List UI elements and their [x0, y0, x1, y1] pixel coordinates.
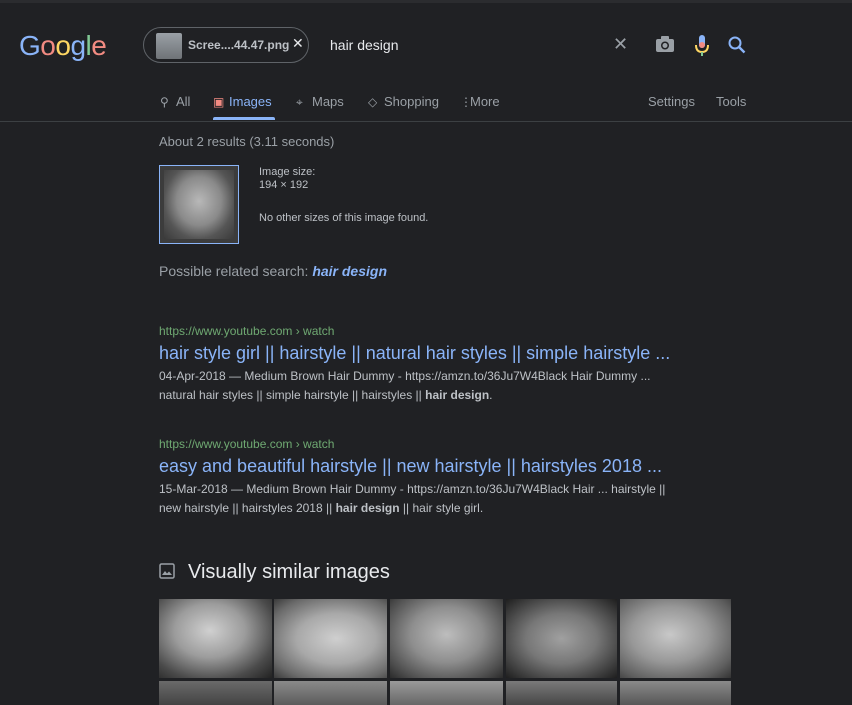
- search-icon: ⚲: [160, 95, 169, 109]
- tab-label: Shopping: [384, 94, 439, 109]
- more-vert-icon: ⋮: [460, 95, 472, 109]
- camera-icon[interactable]: [655, 35, 675, 53]
- similar-image[interactable]: [506, 681, 617, 705]
- snippet-highlight: hair design: [425, 388, 490, 402]
- query-image-picture: [164, 170, 234, 239]
- search-result: https://www.youtube.com › watch hair sty…: [159, 324, 719, 405]
- similar-image[interactable]: [159, 681, 272, 705]
- image-icon: [159, 563, 175, 579]
- tab-shopping[interactable]: ◇ Shopping: [368, 94, 439, 109]
- related-search-prefix: Possible related search:: [159, 263, 313, 279]
- logo-letter: G: [19, 30, 41, 61]
- microphone-icon[interactable]: [695, 35, 709, 57]
- search-input[interactable]: hair design: [330, 37, 399, 53]
- snippet-text: new hairstyle || hairstyles 2018 ||: [159, 501, 336, 515]
- visually-similar-heading: Visually similar images: [188, 561, 390, 583]
- logo-letter: o: [40, 30, 56, 61]
- tab-label: More: [470, 94, 500, 109]
- similar-image[interactable]: [620, 681, 731, 705]
- related-search-link[interactable]: hair design: [312, 263, 387, 279]
- query-image-thumbnail: [156, 33, 182, 59]
- similar-image[interactable]: [274, 681, 387, 705]
- map-pin-icon: ⌖: [296, 95, 303, 109]
- image-query-chip[interactable]: Scree....44.47.png ✕: [143, 27, 309, 63]
- tab-label: Maps: [312, 94, 344, 109]
- chip-filename: Scree....44.47.png: [188, 38, 290, 52]
- remove-image-icon[interactable]: ✕: [292, 35, 304, 52]
- tools-link[interactable]: Tools: [716, 94, 746, 109]
- snippet-line: natural hair styles || simple hairstyle …: [159, 386, 719, 405]
- snippet-line: 04-Apr-2018 — Medium Brown Hair Dummy - …: [159, 369, 651, 383]
- no-other-sizes-text: No other sizes of this image found.: [259, 212, 429, 224]
- logo-letter: g: [70, 30, 86, 61]
- snippet-line: new hairstyle || hairstyles 2018 || hair…: [159, 499, 719, 518]
- snippet-text: || hair style girl.: [399, 501, 484, 515]
- tag-icon: ◇: [368, 95, 378, 109]
- google-logo[interactable]: Google: [19, 30, 107, 62]
- result-stats: About 2 results (3.11 seconds): [159, 134, 335, 149]
- window-top-edge: [0, 0, 852, 3]
- search-box[interactable]: Scree....44.47.png ✕ hair design ✕: [143, 25, 755, 67]
- query-image[interactable]: [159, 165, 239, 244]
- tab-label: All: [176, 94, 191, 109]
- tab-label: Images: [229, 94, 272, 109]
- header-divider: [0, 121, 852, 122]
- related-search: Possible related search: hair design: [159, 263, 387, 279]
- search-icon[interactable]: [728, 36, 746, 54]
- similar-image[interactable]: [390, 599, 503, 678]
- tab-images[interactable]: ▣ Images: [213, 94, 272, 109]
- result-title-link[interactable]: easy and beautiful hairstyle || new hair…: [159, 456, 719, 477]
- similar-image[interactable]: [390, 681, 503, 705]
- similar-image[interactable]: [274, 599, 387, 678]
- image-size-label: Image size:: [259, 166, 316, 178]
- tab-more[interactable]: ⋮More: [460, 94, 500, 109]
- result-title-link[interactable]: hair style girl || hairstyle || natural …: [159, 343, 719, 364]
- result-url[interactable]: https://www.youtube.com › watch: [159, 437, 719, 451]
- logo-letter: e: [91, 30, 107, 61]
- snippet-text: .: [489, 388, 493, 402]
- settings-link[interactable]: Settings: [648, 94, 695, 109]
- similar-image[interactable]: [159, 599, 272, 678]
- logo-letter: o: [55, 30, 71, 61]
- result-snippet: 15-Mar-2018 — Medium Brown Hair Dummy - …: [159, 480, 719, 518]
- snippet-highlight: hair design: [335, 501, 400, 515]
- similar-image[interactable]: [506, 599, 617, 678]
- search-result: https://www.youtube.com › watch easy and…: [159, 437, 719, 518]
- tab-maps[interactable]: ⌖ Maps: [296, 94, 344, 110]
- similar-image[interactable]: [620, 599, 731, 678]
- result-url[interactable]: https://www.youtube.com › watch: [159, 324, 719, 338]
- image-icon: ▣: [213, 95, 225, 109]
- image-size-value: 194 × 192: [259, 179, 309, 191]
- result-snippet: 04-Apr-2018 — Medium Brown Hair Dummy - …: [159, 367, 719, 405]
- similar-images-grid: [159, 599, 731, 705]
- active-tab-indicator: [213, 117, 275, 120]
- tab-all[interactable]: ⚲ All: [160, 94, 190, 109]
- clear-icon[interactable]: ✕: [613, 34, 628, 55]
- snippet-text: natural hair styles || simple hairstyle …: [159, 388, 426, 402]
- snippet-line: 15-Mar-2018 — Medium Brown Hair Dummy - …: [159, 482, 666, 496]
